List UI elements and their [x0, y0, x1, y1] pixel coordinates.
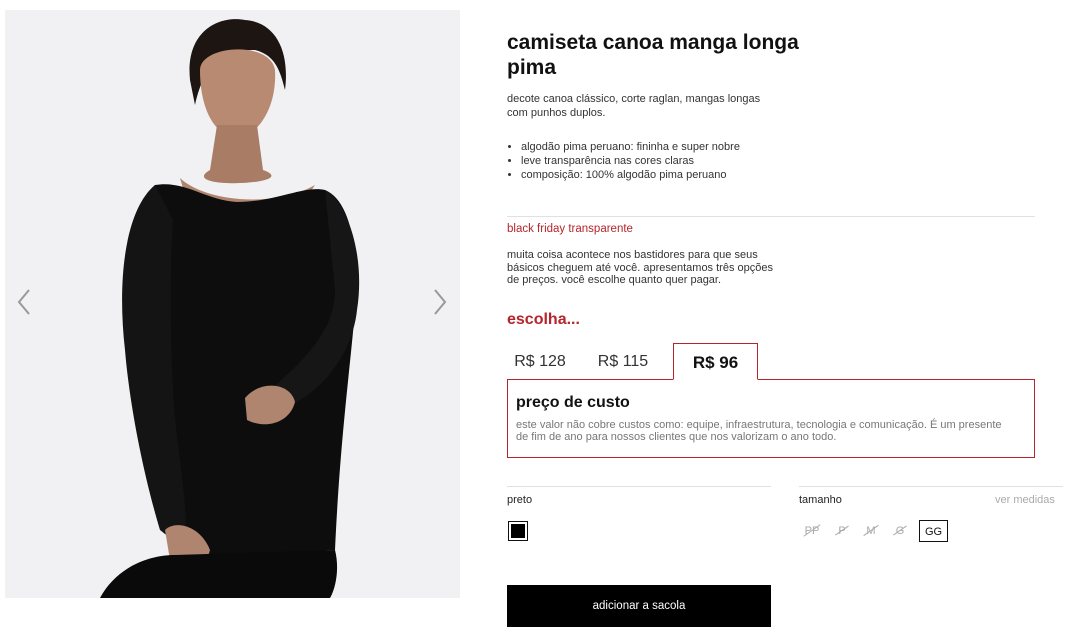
list-item: composição: 100% algodão pima peruano [521, 168, 821, 182]
size-option-p[interactable]: P [832, 520, 852, 542]
size-option-label: GG [924, 526, 943, 538]
choose-heading: escolha... [507, 311, 580, 328]
gallery-next-button[interactable] [425, 282, 455, 322]
color-label: preto [507, 494, 533, 506]
divider [507, 216, 1035, 217]
size-option-g[interactable]: G [890, 520, 910, 542]
price-option-115[interactable]: R$ 115 [590, 343, 656, 380]
model-photo [100, 19, 360, 598]
product-description: decote canoa clássico, corte raglan, man… [507, 93, 761, 119]
price-option-128[interactable]: R$ 128 [507, 343, 573, 380]
price-panel-text: este valor não cobre custos como: equipe… [516, 419, 1002, 443]
list-item: leve transparência nas cores claras [521, 154, 821, 168]
price-info-panel: preço de custo este valor não cobre cust… [507, 379, 1035, 458]
feature-list: algodão pima peruano: fininha e super no… [521, 140, 821, 182]
list-item: algodão pima peruano: fininha e super no… [521, 140, 821, 154]
black-friday-description: muita coisa acontece nos bastidores para… [507, 249, 773, 286]
divider [507, 486, 771, 487]
product-title: camiseta canoa manga longa pima [507, 31, 799, 79]
price-option-96-selected[interactable]: R$ 96 [673, 343, 758, 380]
size-option-m[interactable]: M [860, 520, 882, 542]
swatch-fill [511, 524, 525, 538]
size-guide-link[interactable]: ver medidas [995, 494, 1055, 506]
price-panel-title: preço de custo [516, 394, 630, 411]
color-swatch-preto[interactable] [508, 521, 528, 541]
chevron-right-icon [434, 289, 447, 315]
product-image [5, 10, 460, 598]
size-option-gg-selected[interactable]: GG [919, 520, 948, 542]
add-to-bag-button[interactable]: adicionar a sacola [507, 585, 771, 627]
gallery-prev-button[interactable] [9, 282, 39, 322]
black-friday-title: black friday transparente [507, 223, 633, 235]
divider [799, 486, 1063, 487]
size-option-pp[interactable]: PP [800, 520, 824, 542]
chevron-left-icon [17, 289, 30, 315]
size-label: tamanho [799, 494, 842, 506]
